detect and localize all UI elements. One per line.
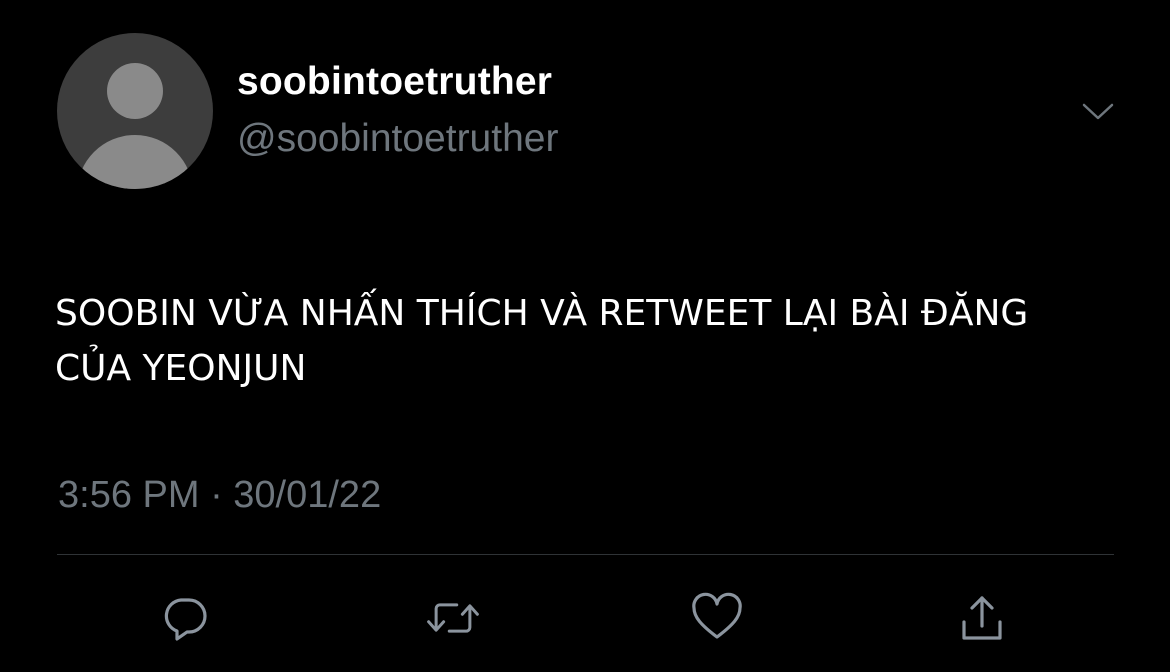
share-button[interactable]	[952, 590, 1012, 646]
default-avatar-silhouette-icon	[77, 63, 193, 189]
avatar[interactable]	[57, 33, 213, 189]
divider	[57, 554, 1114, 555]
more-options-button[interactable]	[1078, 96, 1118, 126]
tweet-text: SOOBIN VỪA NHẤN THÍCH VÀ RETWEET LẠI BÀI…	[55, 286, 1145, 396]
reply-icon	[164, 598, 207, 641]
heart-icon	[692, 592, 742, 639]
reply-button[interactable]	[155, 590, 215, 646]
retweet-icon	[427, 603, 479, 633]
tweet-timestamp[interactable]: 3:56 PM · 30/01/22	[58, 474, 381, 517]
share-icon	[962, 596, 1002, 640]
tweet-card: soobintoetruther @soobintoetruther SOOBI…	[0, 0, 1170, 672]
tweet-text-line: SOOBIN VỪA NHẤN THÍCH VÀ RETWEET LẠI BÀI…	[55, 293, 1029, 334]
tweet-text-line: CỦA YEONJUN	[55, 348, 307, 389]
retweet-button[interactable]	[423, 590, 483, 646]
user-handle[interactable]: @soobintoetruther	[237, 117, 558, 161]
display-name[interactable]: soobintoetruther	[237, 60, 552, 104]
chevron-down-icon	[1082, 103, 1114, 120]
like-button[interactable]	[687, 590, 747, 646]
